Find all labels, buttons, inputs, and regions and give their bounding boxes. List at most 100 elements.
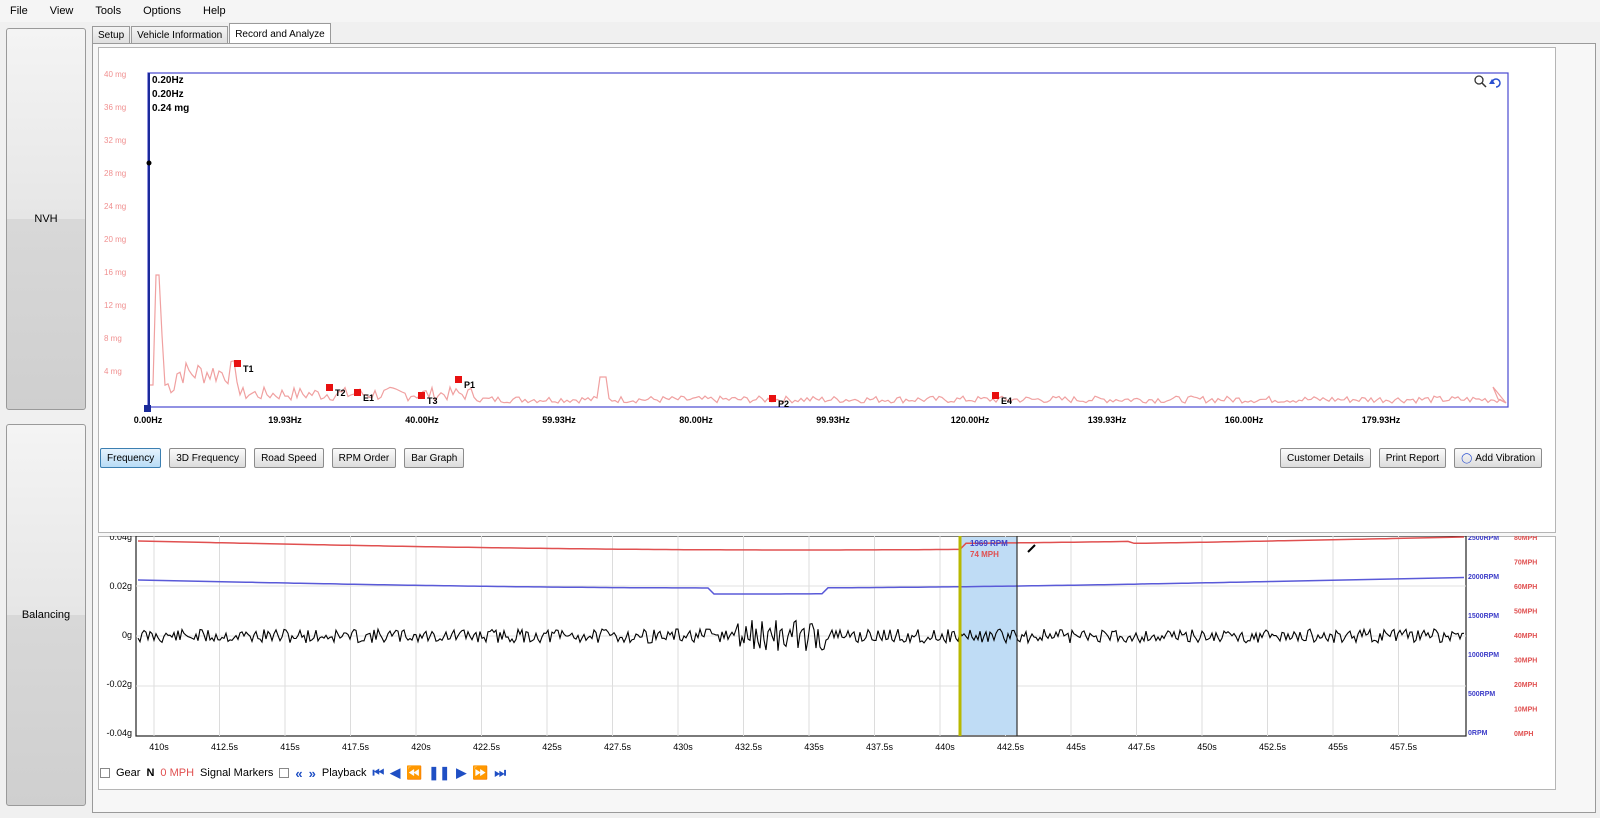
time-x-tick: 442.5s bbox=[997, 742, 1025, 752]
spectrum-x-tick: 59.93Hz bbox=[542, 415, 576, 425]
cursor-dot bbox=[146, 160, 152, 166]
signal-markers-checkbox[interactable] bbox=[279, 768, 290, 778]
spectrum-y-tick: 24 mg bbox=[104, 202, 126, 211]
tab-vehicle-information[interactable]: Vehicle Information bbox=[131, 26, 229, 44]
menu-file[interactable]: File bbox=[10, 5, 28, 17]
skip-end-icon[interactable]: ⏭ bbox=[494, 765, 506, 781]
time-x-tick: 422.5s bbox=[473, 742, 501, 752]
time-x-tick: 417.5s bbox=[342, 742, 370, 752]
menu-tools[interactable]: Tools bbox=[95, 5, 121, 17]
pause-icon[interactable]: ❚❚ bbox=[428, 765, 450, 781]
tab-setup[interactable]: Setup bbox=[92, 26, 131, 44]
skip-start-icon[interactable]: ⏮ bbox=[373, 765, 385, 781]
spectrum-y-tick: 12 mg bbox=[104, 301, 126, 310]
spectrum-y-tick: 4 mg bbox=[104, 367, 122, 376]
time-x-tick: 430s bbox=[673, 742, 693, 752]
mph-axis-tick: 40MPH bbox=[1514, 633, 1537, 640]
time-x-tick: 447.5s bbox=[1128, 742, 1156, 752]
print-report-button[interactable]: Print Report bbox=[1378, 448, 1447, 468]
rpm-axis-tick: 2000RPM bbox=[1468, 574, 1499, 581]
menu-options[interactable]: Options bbox=[143, 5, 181, 17]
balancing-button[interactable]: Balancing bbox=[6, 424, 86, 806]
mph-axis-tick: 20MPH bbox=[1514, 682, 1537, 689]
action-buttons: Customer Details Print Report ◯ Add Vibr… bbox=[1280, 448, 1543, 468]
time-x-tick: 445s bbox=[1066, 742, 1086, 752]
spectrum-marker-label: E4 bbox=[1001, 396, 1012, 406]
view-buttons: Frequency 3D Frequency Road Speed RPM Or… bbox=[100, 448, 472, 468]
step-back-icon[interactable]: ◀ bbox=[390, 765, 400, 781]
time-y-tick: 0.04g bbox=[109, 536, 132, 542]
customer-details-button[interactable]: Customer Details bbox=[1280, 448, 1371, 468]
spectrum-y-tick: 36 mg bbox=[104, 103, 126, 112]
spectrum-marker[interactable] bbox=[418, 392, 425, 399]
spectrum-marker[interactable] bbox=[354, 389, 361, 396]
spectrum-marker-label: E1 bbox=[363, 393, 374, 403]
bar-graph-button[interactable]: Bar Graph bbox=[404, 448, 465, 468]
time-x-tick: 437.5s bbox=[866, 742, 894, 752]
fast-forward-icon[interactable]: ⏩ bbox=[472, 765, 488, 781]
time-y-tick: -0.02g bbox=[106, 679, 132, 689]
gear-value: N bbox=[146, 767, 155, 779]
spectrum-marker[interactable] bbox=[234, 360, 241, 367]
tab-record-and-analyze[interactable]: Record and Analyze bbox=[229, 23, 331, 44]
spectrum-x-tick: 80.00Hz bbox=[679, 415, 713, 425]
time-y-tick: 0g bbox=[122, 630, 132, 640]
time-x-tick: 432.5s bbox=[735, 742, 763, 752]
spectrum-marker[interactable] bbox=[769, 395, 776, 402]
spectrum-x-tick: 120.00Hz bbox=[951, 415, 990, 425]
menu-bar: File View Tools Options Help bbox=[0, 0, 1600, 22]
readout-freq: 0.20Hz bbox=[152, 75, 184, 86]
add-vibration-label: Add Vibration bbox=[1475, 452, 1536, 464]
spectrum-x-tick: 160.00Hz bbox=[1225, 415, 1264, 425]
time-x-tick: 457.5s bbox=[1390, 742, 1418, 752]
spectrum-marker-label: T1 bbox=[243, 364, 254, 374]
mph-axis-tick: 60MPH bbox=[1514, 584, 1537, 591]
play-icon[interactable]: ▶ bbox=[456, 765, 466, 781]
spectrum-x-tick: 0.00Hz bbox=[134, 415, 163, 425]
cursor-handle[interactable] bbox=[144, 405, 151, 412]
time-domain-chart[interactable]: 1969 RPM 74 MPH 0.04g 0.02g 0g -0.02g -0.04g… bbox=[98, 536, 1556, 762]
mph-axis-tick: 50MPH bbox=[1514, 609, 1537, 616]
spectrum-y-tick: 16 mg bbox=[104, 268, 126, 277]
spectrum-marker[interactable] bbox=[326, 384, 333, 391]
rewind-icon[interactable]: ⏪ bbox=[406, 765, 422, 781]
readout-amp: 0.24 mg bbox=[152, 103, 189, 114]
marker-prev-icon[interactable]: « bbox=[295, 766, 302, 781]
spectrum-y-tick: 32 mg bbox=[104, 136, 126, 145]
spectrum-y-tick: 20 mg bbox=[104, 235, 126, 244]
time-x-tick: 435s bbox=[804, 742, 824, 752]
time-x-tick: 420s bbox=[411, 742, 431, 752]
nvh-label: NVH bbox=[34, 213, 58, 225]
speed-value: 0 MPH bbox=[160, 767, 195, 779]
nvh-button[interactable]: NVH bbox=[6, 28, 86, 410]
time-x-tick: 412.5s bbox=[211, 742, 239, 752]
mph-axis-tick: 80MPH bbox=[1514, 536, 1537, 542]
add-vibration-button[interactable]: ◯ Add Vibration bbox=[1454, 448, 1543, 468]
spectrum-marker[interactable] bbox=[455, 376, 462, 383]
time-y-tick: -0.04g bbox=[106, 728, 132, 738]
gear-checkbox[interactable] bbox=[100, 768, 110, 778]
road-speed-button[interactable]: Road Speed bbox=[254, 448, 324, 468]
spectrum-y-tick: 28 mg bbox=[104, 169, 126, 178]
rpm-order-button[interactable]: RPM Order bbox=[331, 448, 397, 468]
selection-region[interactable] bbox=[959, 537, 1017, 735]
time-x-tick: 427.5s bbox=[604, 742, 632, 752]
cursor-rpm-readout: 1969 RPM bbox=[970, 539, 1008, 548]
time-x-tick: 452.5s bbox=[1259, 742, 1287, 752]
spectrum-marker[interactable] bbox=[992, 392, 999, 399]
spectrum-y-tick: 8 mg bbox=[104, 334, 122, 343]
spectrum-x-tick: 139.93Hz bbox=[1088, 415, 1127, 425]
3d-frequency-button[interactable]: 3D Frequency bbox=[169, 448, 247, 468]
marker-next-icon[interactable]: » bbox=[309, 766, 316, 781]
rpm-axis-tick: 500RPM bbox=[1468, 691, 1495, 698]
time-x-tick: 415s bbox=[280, 742, 300, 752]
menu-view[interactable]: View bbox=[50, 5, 74, 17]
spectrum-marker-label: P1 bbox=[464, 380, 475, 390]
mph-axis-tick: 70MPH bbox=[1514, 560, 1537, 567]
menu-help[interactable]: Help bbox=[203, 5, 226, 17]
mph-axis-tick: 30MPH bbox=[1514, 658, 1537, 665]
rpm-axis-tick: 2500RPM bbox=[1468, 536, 1499, 542]
time-y-tick: 0.02g bbox=[109, 581, 132, 591]
frequency-button[interactable]: Frequency bbox=[100, 448, 162, 468]
spectrum-chart[interactable]: 40 mg 36 mg 32 mg 28 mg 24 mg 20 mg 16 mg 12 mg… bbox=[98, 47, 1556, 437]
